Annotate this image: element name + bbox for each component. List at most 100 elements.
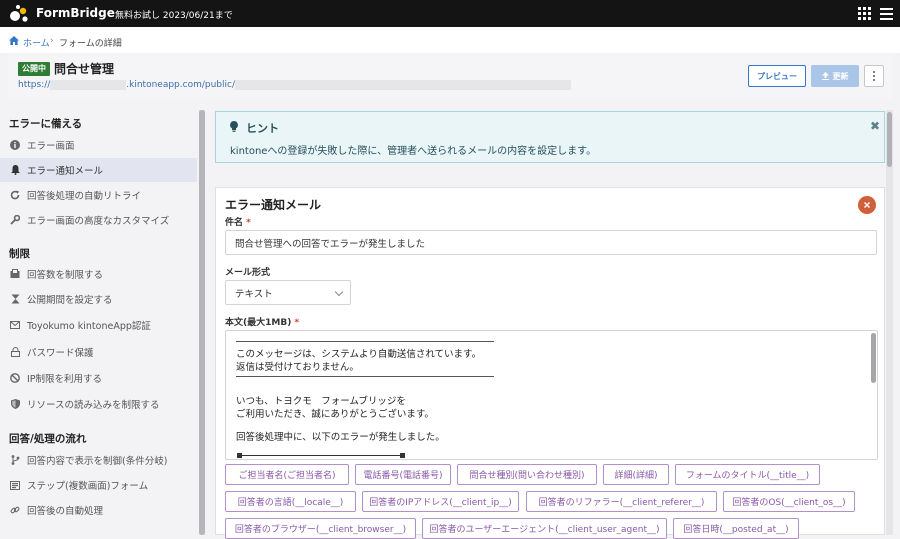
- breadcrumb: ホーム › フォームの詳細: [0, 27, 900, 53]
- url-prefix: https://: [18, 80, 51, 90]
- close-icon: [864, 202, 870, 208]
- sidebar-item-kintoneapp-auth[interactable]: Toyokumo kintoneApp認証: [0, 313, 197, 337]
- apps-grid-icon[interactable]: [858, 7, 871, 20]
- upload-icon: [821, 72, 829, 80]
- sidebar-item-label: ステップ(複数画面)フォーム: [27, 481, 149, 492]
- sidebar-item-limit-answers[interactable]: 回答数を制限する: [0, 262, 197, 286]
- trial-notice: 無料お試し 2023/06/21まで: [115, 11, 233, 21]
- subject-label: 件名 *: [225, 218, 251, 228]
- sidebar-item-error-screen[interactable]: エラー画面: [0, 133, 197, 157]
- hint-title: ヒント: [246, 122, 279, 135]
- error-mail-card: エラー通知メール 件名 * 問合せ管理への回答でエラーが発生しました メール形式…: [215, 187, 885, 539]
- body-line: いつも、トヨクモ フォームブリッジを: [236, 396, 406, 407]
- sidebar-item-label: エラー画面: [27, 141, 75, 152]
- top-bar: FormBridge 無料お試し 2023/06/21まで: [0, 0, 900, 27]
- sidebar-item-label: エラー画面の高度なカスタマイズ: [27, 216, 170, 227]
- sidebar-item-auto-retry[interactable]: 回答後処理の自動リトライ: [0, 183, 197, 207]
- sidebar-item-error-notification-mail[interactable]: エラー通知メール: [0, 158, 197, 182]
- body-separator: [237, 453, 405, 458]
- sidebar-section-title: 制限: [9, 248, 30, 260]
- delete-button[interactable]: [858, 196, 876, 214]
- brand-name[interactable]: FormBridge: [36, 6, 115, 20]
- sidebar-item-label: IP制限を利用する: [27, 374, 103, 385]
- sidebar-item-label: 回答後の自動処理: [27, 506, 104, 517]
- sidebar-item-label: Toyokumo kintoneApp認証: [27, 321, 151, 332]
- insert-tag-button[interactable]: ご担当者名(ご担当者名): [225, 464, 349, 485]
- lock-icon: [10, 347, 20, 357]
- required-mark: *: [294, 318, 300, 328]
- body-scrollbar-thumb[interactable]: [871, 333, 876, 383]
- sidebar-item-label: 公開期間を設定する: [27, 295, 113, 306]
- breadcrumb-home-link[interactable]: ホーム: [23, 36, 50, 49]
- insert-tag-button[interactable]: 回答者のブラウザー(__client_browser__): [225, 518, 416, 539]
- body-line: このメッセージは、システムより自動送信されています。: [236, 349, 482, 360]
- insert-tag-button[interactable]: 回答者のユーザーエージェント(__client_user_agent__): [422, 518, 667, 539]
- mail-icon: [10, 320, 20, 330]
- page-header: 公開中 問合せ管理 https:// .kintoneapp.com/publi…: [8, 54, 892, 99]
- sidebar-item-auto-process[interactable]: 回答後の自動処理: [0, 498, 197, 522]
- page-title: 問合せ管理: [54, 62, 115, 76]
- sidebar-item-resource-restriction[interactable]: リソースの読み込みを制限する: [0, 392, 197, 416]
- sidebar-item-label: 回答内容で表示を制御(条件分岐): [27, 456, 168, 467]
- preview-button[interactable]: プレビュー: [748, 65, 806, 87]
- update-button[interactable]: 更新: [811, 65, 859, 87]
- insert-tag-button[interactable]: 電話番号(電話番号): [355, 464, 451, 485]
- url-domain: .kintoneapp.com/public/: [126, 80, 235, 90]
- required-mark: *: [246, 218, 251, 228]
- format-label: メール形式: [225, 268, 271, 278]
- breadcrumb-current: フォームの詳細: [59, 39, 122, 49]
- wrench-icon: [10, 215, 20, 225]
- hamburger-menu-icon[interactable]: [880, 8, 893, 20]
- sidebar-item-conditional-branch[interactable]: 回答内容で表示を制御(条件分岐): [0, 448, 197, 472]
- info-icon: [10, 140, 20, 150]
- divider: [236, 341, 494, 342]
- hint-text: kintoneへの登録が失敗した際に、管理者へ送られるメールの内容を設定します。: [230, 146, 597, 157]
- insert-tag-button[interactable]: 問合せ種別(問い合わせ種別): [457, 464, 597, 485]
- body-line: ご利用いただき、誠にありがとうございます。: [236, 409, 434, 420]
- body-label: 本文(最大1MB) *: [225, 318, 300, 328]
- shield-icon: [10, 399, 20, 409]
- sidebar-scrollbar[interactable]: [199, 110, 205, 535]
- sidebar-item-label: 回答数を制限する: [27, 270, 104, 281]
- sidebar-section-title: エラーに備える: [9, 118, 83, 130]
- sidebar-section-title: 回答/処理の流れ: [9, 433, 87, 445]
- body-textarea[interactable]: このメッセージは、システムより自動送信されています。 返信は受付けておりません。…: [225, 330, 878, 460]
- sidebar-item-password-protection[interactable]: パスワード保護: [0, 340, 197, 364]
- more-options-button[interactable]: [864, 65, 884, 87]
- refresh-icon: [10, 190, 20, 200]
- main-scrollbar[interactable]: [886, 110, 893, 535]
- insert-tag-button[interactable]: フォームのタイトル(__title__): [675, 464, 820, 485]
- close-icon[interactable]: ✖: [870, 119, 880, 133]
- body-line: 返信は受付けておりません。: [236, 362, 359, 373]
- insert-tag-button[interactable]: 回答者のIPアドレス(__client_ip__): [362, 491, 519, 512]
- insert-tag-button[interactable]: 回答者のOS(__client_os__): [723, 491, 855, 512]
- sidebar: エラーに備える エラー画面 エラー通知メール 回答後処理の自動リトライ エラー画…: [0, 110, 197, 535]
- insert-tag-button[interactable]: 回答日時(__posted_at__): [673, 518, 799, 539]
- hourglass-icon: [10, 294, 20, 304]
- card-title: エラー通知メール: [225, 198, 322, 212]
- sidebar-item-public-period[interactable]: 公開期間を設定する: [0, 287, 197, 311]
- status-badge: 公開中: [18, 62, 50, 76]
- sidebar-item-advanced-customize[interactable]: エラー画面の高度なカスタマイズ: [0, 208, 197, 232]
- insert-tag-button[interactable]: 回答者の言語(__locale__): [225, 491, 356, 512]
- subject-input[interactable]: 問合せ管理への回答でエラーが発生しました: [225, 230, 877, 255]
- sidebar-item-label: エラー通知メール: [27, 166, 104, 177]
- sidebar-item-ip-restriction[interactable]: IP制限を利用する: [0, 366, 197, 390]
- link-icon: [10, 505, 20, 515]
- breadcrumb-separator: ›: [50, 36, 54, 46]
- chevron-down-icon: [334, 287, 344, 297]
- redacted-subdomain: [50, 80, 127, 90]
- insert-tag-button[interactable]: 詳細(詳細): [603, 464, 669, 485]
- home-icon[interactable]: [9, 36, 19, 45]
- formbridge-logo-icon[interactable]: [8, 3, 30, 25]
- public-url[interactable]: https:// .kintoneapp.com/public/: [18, 80, 571, 90]
- sidebar-scrollbar-thumb[interactable]: [199, 110, 205, 535]
- branch-icon: [10, 455, 20, 465]
- sidebar-item-label: リソースの読み込みを制限する: [27, 400, 160, 411]
- sidebar-item-step-form[interactable]: ステップ(複数画面)フォーム: [0, 473, 197, 497]
- mail-format-select[interactable]: テキスト: [225, 280, 351, 305]
- body-line: 回答後処理中に、以下のエラーが発生しました。: [236, 432, 445, 443]
- lightbulb-icon: [230, 121, 238, 132]
- insert-tag-button[interactable]: 回答者のリファラー(__client_referer__): [526, 491, 717, 512]
- main-scrollbar-thumb[interactable]: [887, 112, 892, 167]
